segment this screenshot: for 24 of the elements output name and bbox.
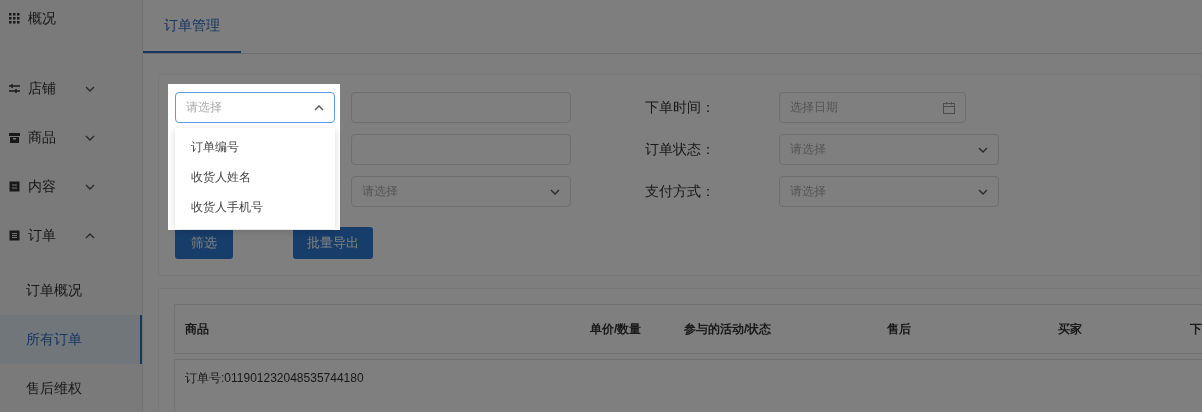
sidebar-subitem[interactable]: 订单概况 — [0, 266, 142, 315]
sidebar-item[interactable]: 商品 — [0, 123, 142, 152]
dropdown-option[interactable]: 收货人姓名 — [175, 162, 335, 192]
column-header: 下 — [1190, 320, 1202, 338]
field-label: 下单时间： — [644, 98, 716, 117]
sidebar-item[interactable]: 概况 — [0, 4, 142, 33]
export-button[interactable]: 批量导出 — [293, 227, 373, 259]
column-header: 商品 — [184, 320, 210, 338]
column-header: 售后 — [887, 320, 912, 338]
sidebar-item[interactable]: 店铺 — [0, 74, 142, 103]
column-header: 买家 — [1058, 320, 1083, 338]
field-label: 订单状态： — [644, 140, 716, 159]
column-header: 参与的活动/状态 — [684, 320, 773, 338]
sidebar-subitem[interactable]: 所有订单 — [0, 315, 142, 364]
field-label: 支付方式： — [644, 182, 716, 201]
dropdown-option[interactable]: 收货人手机号 — [175, 192, 335, 222]
dropdown-option[interactable]: 订单编号 — [175, 132, 335, 162]
sidebar-item[interactable]: 内容 — [0, 172, 142, 201]
tab[interactable]: 订单管理 — [143, 0, 241, 53]
order-number: 订单号:011901232048535744180 — [185, 371, 364, 385]
select-field[interactable]: 请选择 — [175, 92, 335, 123]
column-header: 单价/数量 — [590, 320, 643, 338]
sidebar-item[interactable]: 订单 — [0, 221, 142, 250]
sidebar-subitem[interactable]: 售后维权 — [0, 364, 142, 412]
